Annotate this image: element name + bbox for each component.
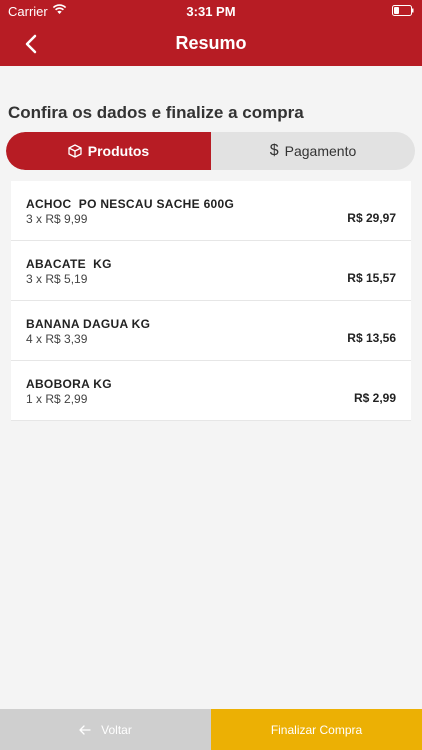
tab-pagamento[interactable]: $ Pagamento <box>211 132 415 170</box>
product-name: BANANA DAGUA KG <box>26 317 151 331</box>
list-item: ABOBORA KG 1 x R$ 2,99 R$ 2,99 <box>11 361 411 421</box>
product-total: R$ 2,99 <box>353 391 396 405</box>
product-quantity: 4 x R$ 3,39 <box>26 332 88 346</box>
finish-purchase-button[interactable]: Finalizar Compra <box>211 709 422 750</box>
back-button-label: Voltar <box>101 722 132 737</box>
product-list: ACHOC PO NESCAU SACHE 600G 3 x R$ 9,99 R… <box>11 181 411 421</box>
list-item: BANANA DAGUA KG 4 x R$ 3,39 R$ 13,56 <box>11 301 411 361</box>
app-header: Carrier 3:31 PM Resumo <box>0 0 422 66</box>
battery-icon <box>392 5 414 16</box>
arrow-left-icon <box>79 724 91 735</box>
tab-produtos[interactable]: Produtos <box>6 132 211 170</box>
page-subtitle: Confira os dados e finalize a compra <box>8 103 304 122</box>
tab-pagamento-label: Pagamento <box>284 143 357 159</box>
list-item: ACHOC PO NESCAU SACHE 600G 3 x R$ 9,99 R… <box>11 181 411 241</box>
page-title: Resumo <box>175 33 247 53</box>
status-time: 3:31 PM <box>186 4 236 19</box>
dollar-icon: $ <box>269 142 279 159</box>
product-name: ACHOC PO NESCAU SACHE 600G <box>26 197 235 211</box>
product-name: ABOBORA KG <box>26 377 112 391</box>
tab-produtos-label: Produtos <box>87 143 150 159</box>
box-icon <box>68 144 82 158</box>
product-total: R$ 29,97 <box>347 211 396 225</box>
tab-bar: Produtos $ Pagamento <box>6 132 415 170</box>
product-quantity: 3 x R$ 5,19 <box>26 272 88 286</box>
product-total: R$ 13,56 <box>347 331 396 345</box>
product-name: ABACATE KG <box>26 257 112 271</box>
finish-purchase-label: Finalizar Compra <box>270 722 363 737</box>
status-bar: Carrier 3:31 PM <box>0 0 422 22</box>
list-item: ABACATE KG 3 x R$ 5,19 R$ 15,57 <box>11 241 411 301</box>
product-quantity: 1 x R$ 2,99 <box>26 392 88 406</box>
product-total: R$ 15,57 <box>347 271 396 285</box>
back-button[interactable]: Voltar <box>0 709 211 750</box>
product-quantity: 3 x R$ 9,99 <box>26 212 88 226</box>
